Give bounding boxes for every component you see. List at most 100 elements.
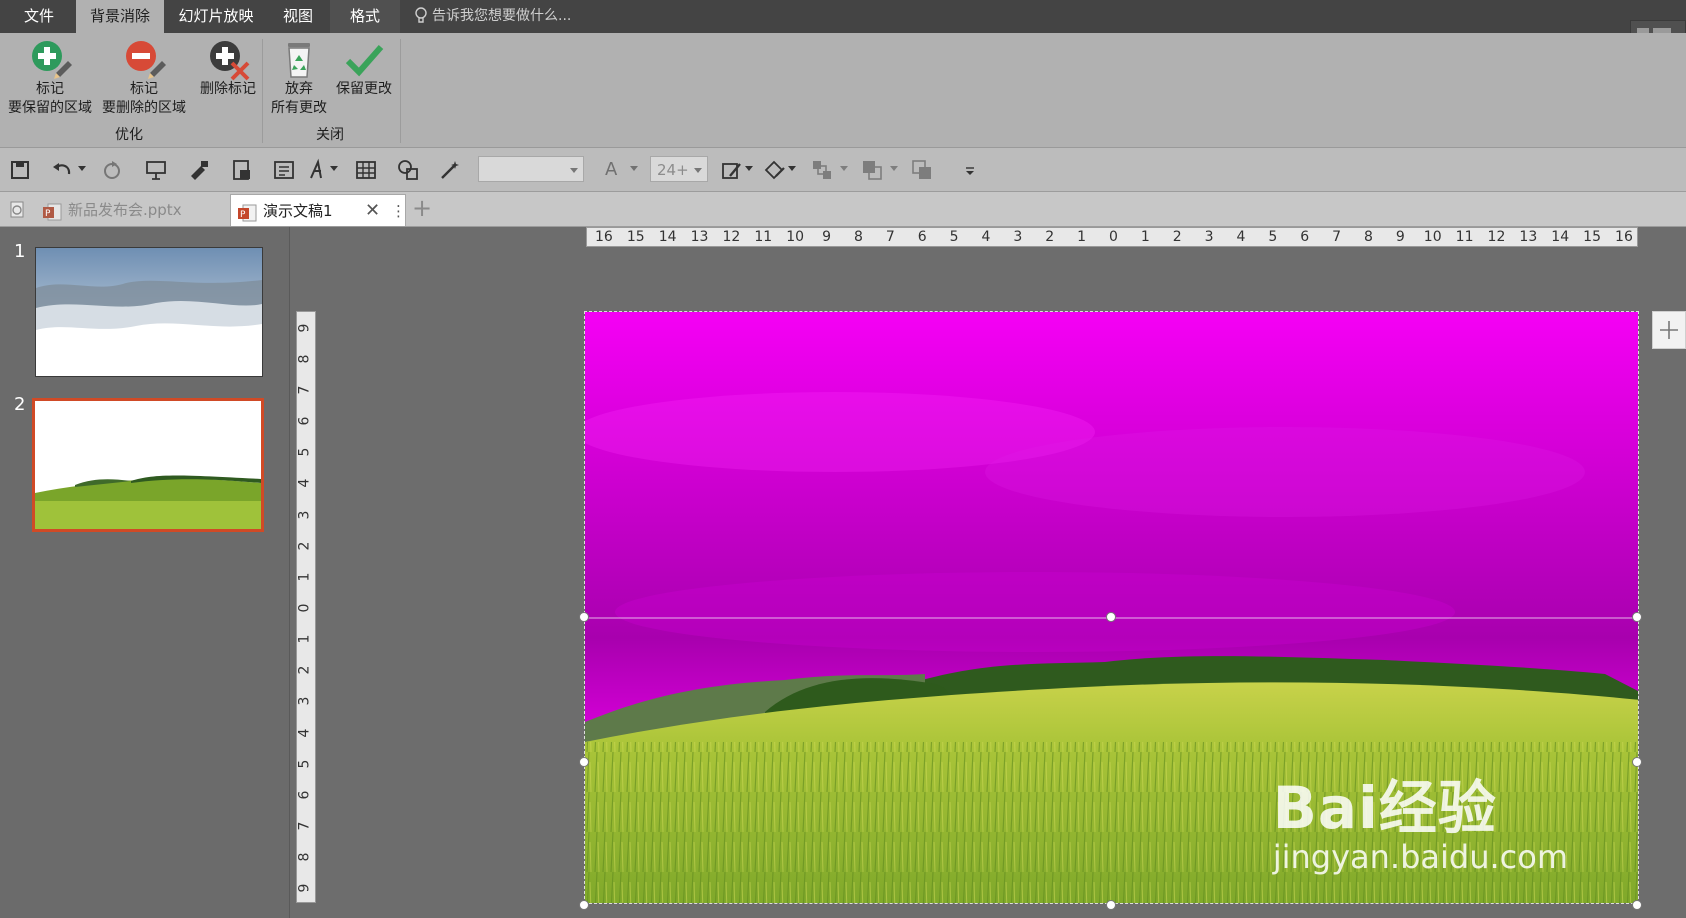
discard-all-button[interactable]: 放弃 所有更改 [266, 39, 332, 118]
tell-me-box[interactable]: 告诉我您想要做什么... [414, 0, 571, 33]
tab-view[interactable]: 视图 [270, 0, 326, 33]
format-painter-icon[interactable] [187, 158, 211, 182]
resize-handle-marquee-left[interactable] [579, 757, 589, 767]
slide-thumbnail-2[interactable] [32, 398, 264, 532]
ruler-tick-label: 5 [1268, 229, 1278, 245]
file-history-icon[interactable] [8, 200, 28, 220]
powerpoint-file-icon: P [42, 201, 62, 221]
resize-handle-marquee-bottom-right[interactable] [1632, 900, 1642, 910]
delete-mark-button[interactable]: 删除标记 [192, 39, 264, 99]
tab-slideshow[interactable]: 幻灯片放映 [170, 0, 262, 33]
close-tab-icon[interactable]: ✕ [365, 195, 380, 227]
save-icon[interactable] [8, 158, 32, 182]
keep-changes-button[interactable]: 保留更改 [332, 39, 396, 99]
ruler-tick-label: 6 [296, 790, 313, 800]
ruler-tick-label: 5 [949, 229, 959, 245]
new-tab-icon[interactable]: + [412, 193, 432, 223]
ruler-tick-label: 4 [1236, 229, 1246, 245]
shapes-icon[interactable] [396, 158, 420, 182]
ruler-tick-label: 7 [885, 229, 895, 245]
resize-handle-marquee-top-right[interactable] [1632, 612, 1642, 622]
ruler-tick-label: 1 [1077, 229, 1087, 245]
group-separator [262, 39, 263, 143]
mark-keep-button[interactable]: 标记 要保留的区域 [4, 39, 96, 118]
ruler-tick-label: 7 [1332, 229, 1342, 245]
ruler-tick-label: 4 [981, 229, 991, 245]
pencil-minus-icon [124, 39, 166, 79]
ruler-tick-label: 9 [1395, 229, 1405, 245]
wordart-dropdown-icon[interactable] [330, 166, 338, 171]
group-separator [400, 39, 401, 143]
magic-wand-icon[interactable] [438, 158, 462, 182]
ruler-tick-label: 5 [296, 759, 313, 769]
resize-handle-marquee-top-left[interactable] [579, 612, 589, 622]
add-element-button[interactable] [1652, 311, 1686, 349]
ruler-tick-label: 11 [1455, 229, 1474, 245]
resize-handle-marquee-bottom[interactable] [1106, 900, 1116, 910]
resize-handle-marquee-right[interactable] [1632, 757, 1642, 767]
ruler-tick-label: 3 [296, 697, 313, 706]
menu-bar: 文件 背景消除 幻灯片放映 视图 格式 告诉我您想要做什么... [0, 0, 1686, 48]
shape-outline-dropdown-icon[interactable] [788, 166, 796, 171]
bring-forward-icon[interactable] [860, 158, 884, 182]
font-color-dropdown-icon[interactable] [630, 166, 638, 171]
shape-fill-icon[interactable] [720, 158, 744, 182]
shape-outline-icon[interactable] [762, 158, 786, 182]
text-box-icon[interactable] [272, 158, 296, 182]
resize-handle-marquee-bottom-left[interactable] [579, 900, 589, 910]
tab-format[interactable]: 格式 [330, 0, 400, 33]
ruler-tick-label: 6 [296, 416, 313, 426]
ruler-tick-label: 0 [296, 603, 313, 613]
svg-text:P: P [45, 209, 51, 219]
mark-remove-button[interactable]: 标记 要删除的区域 [98, 39, 190, 118]
customize-toolbar-icon[interactable] [958, 158, 982, 182]
redo-icon[interactable] [100, 158, 124, 182]
ruler-tick-label: 0 [1109, 229, 1118, 245]
font-size-combo[interactable]: 24+ [650, 156, 708, 182]
watermark: Bai经验 jingyan.baidu.com [1273, 777, 1568, 875]
font-name-combo[interactable] [478, 156, 584, 182]
font-size-value: 24+ [657, 161, 689, 179]
tell-me-text: 告诉我您想要做什么... [432, 8, 572, 24]
ruler-tick-label: 7 [296, 385, 313, 395]
doc-tab-1[interactable]: P 新品发布会.pptx [36, 194, 228, 226]
arrange-dropdown-icon[interactable] [840, 166, 848, 171]
tab-menu-icon[interactable]: ⋮ [391, 195, 406, 227]
ruler-tick-label: 6 [1300, 229, 1310, 245]
slide-thumbnail-1[interactable] [35, 247, 263, 377]
resize-handle-marquee-top[interactable] [1106, 612, 1116, 622]
new-slide-icon[interactable] [230, 158, 254, 182]
wordart-icon[interactable] [306, 158, 330, 182]
tab-background-removal[interactable]: 背景消除 [76, 0, 164, 33]
mark-keep-line1: 标记 [36, 81, 64, 97]
ribbon: 标记 要保留的区域 标记 要删除的区域 删除标记 优化 放弃 所有更改 保留更改… [0, 33, 1686, 148]
ruler-tick-label: 8 [296, 354, 313, 364]
doc-tab-1-label: 新品发布会.pptx [68, 201, 182, 219]
bring-forward-dropdown-icon[interactable] [890, 166, 898, 171]
discard-line2: 所有更改 [271, 100, 327, 116]
plus-icon [1660, 321, 1678, 339]
undo-icon[interactable] [50, 158, 74, 182]
ruler-tick-label: 2 [296, 541, 313, 551]
arrange-icon[interactable] [810, 158, 834, 182]
table-icon[interactable] [354, 158, 378, 182]
send-backward-icon[interactable] [910, 158, 934, 182]
ruler-tick-label: 9 [296, 323, 313, 333]
ruler-tick-label: 11 [754, 229, 773, 245]
doc-tab-2[interactable]: P 演示文稿1 ✕ ⋮ [230, 194, 406, 226]
undo-dropdown-icon[interactable] [78, 166, 86, 171]
slide-canvas[interactable]: Bai经验 jingyan.baidu.com [584, 311, 1639, 904]
tab-file[interactable]: 文件 [8, 0, 70, 33]
ruler-tick-label: 12 [1487, 229, 1506, 245]
present-from-start-icon[interactable] [144, 158, 168, 182]
ruler-tick-label: 2 [1172, 229, 1182, 245]
ruler-tick-label: 3 [296, 510, 313, 519]
ruler-tick-label: 7 [296, 821, 313, 831]
horizontal-ruler: 16 15 14 13 12 11 10 9 8 7 6 5 4 3 2 1 0 1 2 3 4 5 6 7 8 9 10 11 12 1… [586, 227, 1638, 247]
ruler-tick-label: 1 [1140, 229, 1150, 245]
doc-tab-2-label: 演示文稿1 [263, 202, 333, 220]
shape-fill-dropdown-icon[interactable] [745, 166, 753, 171]
ruler-tick-label: 10 [786, 229, 805, 245]
font-color-icon[interactable]: A [605, 158, 629, 182]
checkmark-icon [344, 39, 384, 79]
